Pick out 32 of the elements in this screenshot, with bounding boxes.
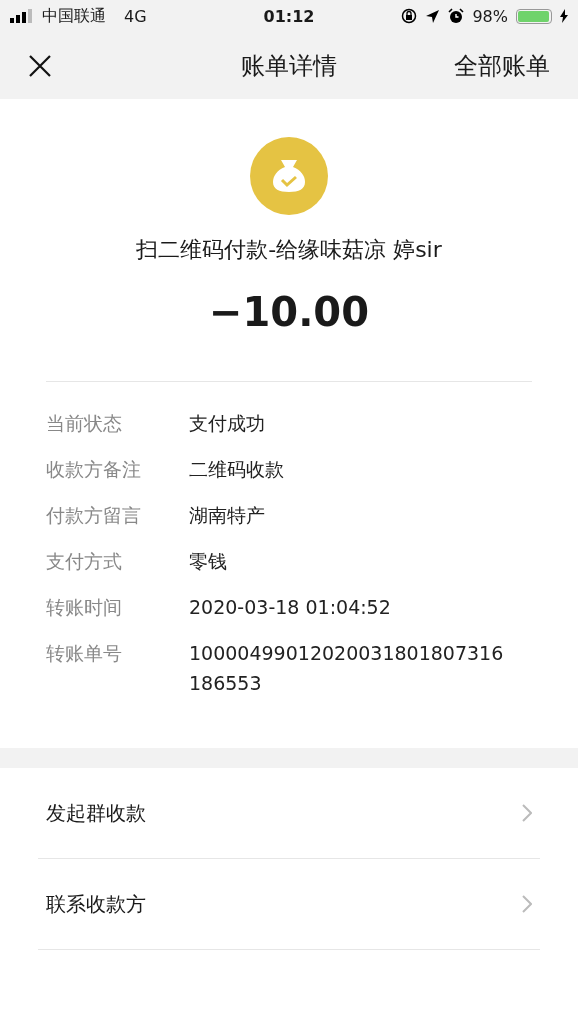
chevron-icon (522, 804, 532, 822)
detail-value: 二维码收款 (189, 457, 285, 482)
all-bills-link[interactable]: 全部账单 (454, 49, 550, 82)
detail-value: 2020-03-18 01:04:52 (189, 595, 392, 620)
carrier: 中国联通 (42, 5, 106, 27)
close-icon[interactable] (28, 53, 52, 78)
clock: 01:12 (263, 6, 315, 26)
amount: −10.00 (208, 289, 369, 335)
payment-title: 扫二维码付款-给缘味菇凉 婷sir (136, 236, 442, 264)
alarm-icon (448, 8, 465, 24)
charging-icon (560, 9, 568, 23)
detail-label: 支付方式 (46, 549, 123, 574)
location-icon (425, 8, 441, 24)
detail-label: 转账单号 (46, 641, 123, 666)
chevron-icon (522, 895, 532, 913)
rotation-lock-icon (401, 8, 418, 24)
detail-label: 收款方备注 (46, 457, 142, 482)
action-row[interactable]: 发起群收款 (38, 768, 540, 859)
page-title: 账单详情 (241, 50, 337, 82)
detail-value: 10000499012020031801807316186553 (189, 641, 505, 696)
battery-percent: 98% (472, 6, 508, 26)
network-type: 4G (124, 6, 147, 26)
money-bag-icon (250, 137, 328, 215)
detail-value: 湖南特产 (189, 503, 266, 528)
detail-value: 支付成功 (189, 411, 266, 436)
signal-icon (10, 9, 34, 23)
detail-label: 转账时间 (46, 595, 123, 620)
detail-value: 零钱 (189, 549, 228, 574)
detail-label: 付款方留言 (46, 503, 142, 528)
action-row[interactable]: 联系收款方 (38, 859, 540, 950)
battery-icon (516, 8, 552, 24)
detail-label: 当前状态 (46, 411, 123, 436)
